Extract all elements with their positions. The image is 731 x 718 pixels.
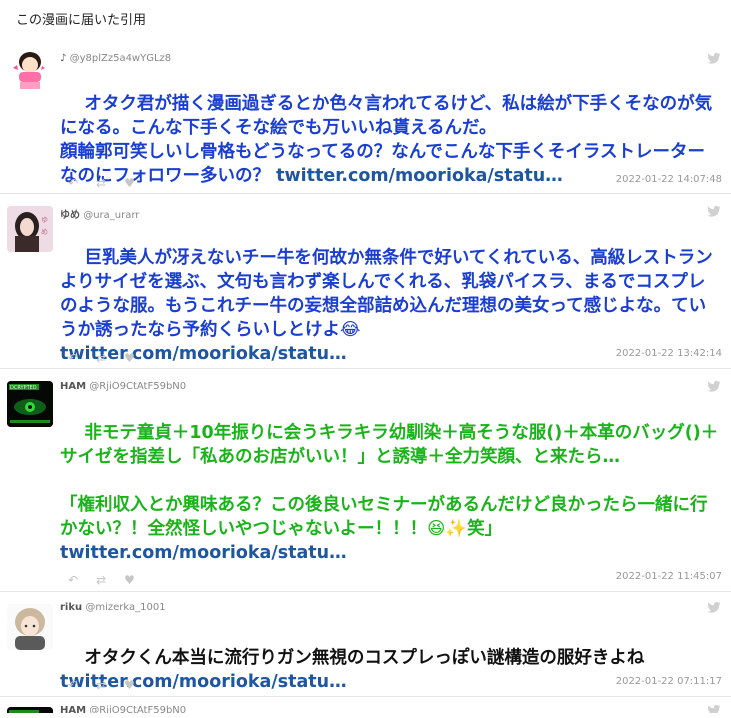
svg-text:ゆ: ゆ bbox=[41, 216, 48, 224]
retweet-icon[interactable]: ⇄ bbox=[96, 176, 106, 190]
tweet-meta: ♪ @y8plZz5a4wYGLz8 bbox=[60, 53, 171, 64]
twitter-bird-icon[interactable] bbox=[707, 53, 721, 64]
heart-icon[interactable]: ♥ bbox=[124, 176, 135, 190]
tweet-item: DCRYPTED HAM @RjiO9CtAtF59bN0 非モテ童貞＋10年振… bbox=[0, 369, 731, 592]
timestamp[interactable]: 2022-01-22 11:45:07 bbox=[616, 571, 722, 582]
tweet-actions: ↶ ⇄ ♥ bbox=[68, 569, 153, 587]
tweet-meta: HAM @RjiO9CtAtF59bN0 bbox=[60, 381, 186, 392]
timestamp[interactable]: 2022-01-22 07:11:17 bbox=[616, 676, 722, 687]
heart-icon[interactable]: ♥ bbox=[124, 573, 135, 587]
tweet-meta: HAM @RjiO9CtAtF59bN0 bbox=[60, 705, 186, 713]
tweet-actions: ↶ ⇄ ♥ bbox=[68, 674, 153, 692]
avatar[interactable] bbox=[7, 48, 53, 94]
user-handle[interactable]: @ura_urarr bbox=[83, 210, 139, 221]
tweet-item: ♪ @y8plZz5a4wYGLz8 オタク君が描く漫画過ぎるとか色々言われてる… bbox=[0, 40, 731, 194]
tweet-text: 巨乳美人が冴えないチー牛を何故か無条件で好いてくれている、高級レストランよりサイ… bbox=[60, 222, 722, 390]
user-handle[interactable]: @mizerka_1001 bbox=[85, 602, 165, 613]
user-name[interactable]: HAM bbox=[60, 705, 86, 713]
avatar[interactable] bbox=[7, 707, 53, 713]
tweet-item: HAM @RjiO9CtAtF59bN0 bbox=[0, 697, 731, 713]
user-handle[interactable]: @RjiO9CtAtF59bN0 bbox=[89, 381, 186, 392]
svg-text:め: め bbox=[41, 228, 48, 236]
reply-icon[interactable]: ↶ bbox=[68, 176, 78, 190]
heart-icon[interactable]: ♥ bbox=[124, 678, 135, 692]
avatar[interactable] bbox=[7, 604, 53, 650]
reply-icon[interactable]: ↶ bbox=[68, 351, 78, 365]
page-title: この漫画に届いた引用 bbox=[16, 13, 147, 28]
user-name[interactable]: ゆめ bbox=[60, 210, 80, 221]
retweet-icon[interactable]: ⇄ bbox=[96, 678, 106, 692]
tweet-actions: ↶ ⇄ ♥ bbox=[68, 172, 153, 190]
twitter-bird-icon[interactable] bbox=[707, 602, 721, 613]
tweet-link[interactable]: twitter.com/moorioka/statu… bbox=[276, 166, 563, 186]
user-name[interactable]: riku bbox=[60, 602, 82, 613]
user-handle[interactable]: @y8plZz5a4wYGLz8 bbox=[70, 53, 172, 64]
timestamp[interactable]: 2022-01-22 14:07:48 bbox=[616, 174, 722, 185]
tweet-text-content: 非モテ童貞＋10年振りに会うキラキラ幼馴染＋高そうな服()＋本革のバッグ()＋サ… bbox=[60, 423, 719, 539]
tweet-link[interactable]: twitter.com/moorioka/statu… bbox=[60, 543, 347, 563]
user-name[interactable]: ♪ bbox=[60, 53, 66, 64]
timestamp[interactable]: 2022-01-22 13:42:14 bbox=[616, 348, 722, 359]
tweet-meta: ゆめ @ura_urarr bbox=[60, 206, 139, 221]
tweet-text: 非モテ童貞＋10年振りに会うキラキラ幼馴染＋高そうな服()＋本革のバッグ()＋サ… bbox=[60, 397, 722, 589]
retweet-icon[interactable]: ⇄ bbox=[96, 351, 106, 365]
retweet-icon[interactable]: ⇄ bbox=[96, 573, 106, 587]
tweet-text-content: オタクくん本当に流行りガン無視のコスプレっぽい謎構造の服好きよね bbox=[84, 648, 645, 668]
tweet-actions: ↶ ⇄ ♥ bbox=[68, 347, 153, 365]
twitter-bird-icon[interactable] bbox=[707, 206, 721, 217]
tweet-item: riku @mizerka_1001 オタクくん本当に流行りガン無視のコスプレっ… bbox=[0, 592, 731, 697]
avatar[interactable]: ゆ め bbox=[7, 206, 53, 252]
tweet-text-content: 巨乳美人が冴えないチー牛を何故か無条件で好いてくれている、高級レストランよりサイ… bbox=[60, 248, 713, 340]
avatar[interactable]: DCRYPTED bbox=[7, 381, 53, 427]
heart-icon[interactable]: ♥ bbox=[124, 351, 135, 365]
tweet-text: オタク君が描く漫画過ぎるとか色々言われてるけど、私は絵が下手くそなのが気になる。… bbox=[60, 68, 722, 212]
tweet-item: ゆ め ゆめ @ura_urarr 巨乳美人が冴えないチー牛を何故か無条件で好い… bbox=[0, 194, 731, 369]
svg-text:DCRYPTED: DCRYPTED bbox=[10, 385, 37, 391]
tweet-meta: riku @mizerka_1001 bbox=[60, 602, 166, 613]
user-name[interactable]: HAM bbox=[60, 381, 86, 392]
user-handle[interactable]: @RjiO9CtAtF59bN0 bbox=[89, 705, 186, 713]
reply-icon[interactable]: ↶ bbox=[68, 573, 78, 587]
reply-icon[interactable]: ↶ bbox=[68, 678, 78, 692]
twitter-bird-icon[interactable] bbox=[707, 381, 721, 392]
twitter-bird-icon[interactable] bbox=[707, 705, 721, 713]
